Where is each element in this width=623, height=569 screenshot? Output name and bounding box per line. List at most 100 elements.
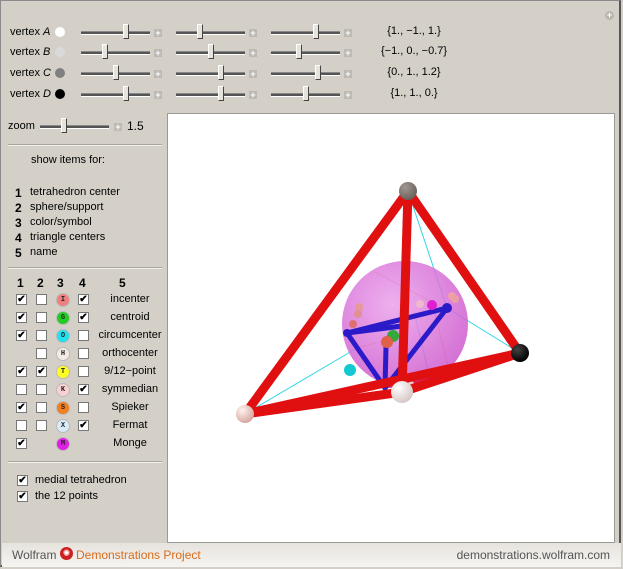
slider-thumb[interactable] [302, 86, 309, 101]
sphere-support-checkbox[interactable] [36, 330, 47, 341]
slider-thumb[interactable] [295, 44, 302, 59]
vertex-label: vertex B [10, 46, 50, 58]
slider-thumb[interactable] [122, 24, 129, 39]
vertex-slider-x[interactable] [81, 44, 150, 59]
tetra-center-checkbox[interactable]: ✔ [16, 312, 27, 323]
vertex-slider-y[interactable] [176, 44, 245, 59]
vertex-slider-z[interactable] [271, 86, 340, 101]
center-point [451, 295, 459, 303]
slider-expand-icon[interactable]: + [344, 91, 352, 100]
vertex-slider-x[interactable] [81, 86, 150, 101]
vertex-slider-z[interactable] [271, 44, 340, 59]
slider-thumb[interactable] [217, 86, 224, 101]
column-header: 1 [17, 276, 24, 290]
vertex-d-point[interactable] [511, 344, 529, 362]
tetra-center-checkbox[interactable]: ✔ [16, 294, 27, 305]
triangle-centers-checkbox[interactable]: ✔ [78, 294, 89, 305]
sphere-support-checkbox[interactable]: ✔ [36, 366, 47, 377]
triangle-centers-checkbox[interactable] [78, 330, 89, 341]
expand-options-icon[interactable]: + [605, 11, 614, 20]
slider-track [176, 93, 245, 97]
slider-expand-icon[interactable]: + [249, 29, 257, 38]
slider-expand-icon[interactable]: + [344, 29, 352, 38]
slider-expand-icon[interactable]: + [249, 49, 257, 58]
sphere-support-checkbox[interactable] [36, 294, 47, 305]
tetra-edge [397, 186, 413, 397]
slider-expand-icon[interactable]: + [344, 49, 352, 58]
slider-expand-icon[interactable]: + [154, 29, 162, 38]
slider-thumb[interactable] [112, 65, 119, 80]
demonstration-panel: + vertex A + + + {1., −1., 1.} vertex B + + + {−1… [0, 0, 621, 567]
vertex-label: vertex D [10, 88, 51, 100]
sphere-support-checkbox[interactable] [36, 384, 47, 395]
vertex-slider-z[interactable] [271, 24, 340, 39]
triangle-centers-checkbox[interactable] [78, 348, 89, 359]
tetra-center-checkbox[interactable]: ✔ [16, 438, 27, 449]
slider-track [176, 31, 245, 35]
medial-vertex [343, 329, 351, 337]
tetra-center-checkbox[interactable] [16, 384, 27, 395]
slider-thumb[interactable] [312, 24, 319, 39]
zoom-expand-icon[interactable]: + [114, 123, 122, 132]
tetra-center-checkbox[interactable] [16, 420, 27, 431]
3d-graphics-view[interactable] [167, 113, 615, 543]
slider-thumb[interactable] [102, 44, 109, 59]
center-symbol-badge: O [56, 329, 70, 343]
vertex-slider-x[interactable] [81, 24, 150, 39]
triangle-centers-checkbox[interactable] [78, 402, 89, 413]
slider-track [271, 51, 340, 55]
triangle-centers-checkbox[interactable]: ✔ [78, 384, 89, 395]
slider-thumb[interactable] [217, 65, 224, 80]
sphere-support-checkbox[interactable] [36, 312, 47, 323]
tetra-center-checkbox[interactable]: ✔ [16, 402, 27, 413]
legend-number: 1 [15, 186, 22, 200]
vertex-coordinates: {1., −1., 1.} [387, 25, 441, 37]
slider-track [40, 125, 109, 129]
vertex-label-prefix: vertex [10, 88, 44, 100]
vertex-coordinates: {0., 1., 1.2} [387, 66, 441, 78]
slider-expand-icon[interactable]: + [249, 70, 257, 79]
slider-expand-icon[interactable]: + [154, 49, 162, 58]
slider-thumb[interactable] [207, 44, 214, 59]
vertex-slider-y[interactable] [176, 24, 245, 39]
option-checkbox[interactable]: ✔ [17, 491, 28, 502]
vertex-c-point[interactable] [399, 182, 417, 200]
triangle-centers-checkbox[interactable] [78, 366, 89, 377]
triangle-centers-checkbox[interactable]: ✔ [78, 420, 89, 431]
tetra-center-checkbox[interactable]: ✔ [16, 366, 27, 377]
slider-expand-icon[interactable]: + [154, 70, 162, 79]
sphere-support-checkbox[interactable] [36, 402, 47, 413]
vertex-color-dot-icon [55, 47, 65, 57]
vertex-slider-y[interactable] [176, 65, 245, 80]
divider [8, 144, 162, 146]
tetrahedron-scene[interactable] [168, 114, 614, 542]
legend-text: triangle centers [30, 231, 106, 243]
slider-thumb[interactable] [314, 65, 321, 80]
vertex-slider-z[interactable] [271, 65, 340, 80]
vertex-label: vertex C [10, 67, 51, 79]
slider-track [176, 72, 245, 76]
vertex-a-point[interactable] [391, 381, 413, 403]
slider-expand-icon[interactable]: + [154, 91, 162, 100]
option-checkbox[interactable]: ✔ [17, 475, 28, 486]
triangle-centers-checkbox[interactable]: ✔ [78, 312, 89, 323]
slider-thumb[interactable] [122, 86, 129, 101]
tetra-center-checkbox[interactable]: ✔ [16, 330, 27, 341]
slider-expand-icon[interactable]: + [249, 91, 257, 100]
circumcenter-point [344, 364, 356, 376]
vertex-b-point[interactable] [236, 405, 254, 423]
demonstrations-project-link[interactable]: Demonstrations Project [76, 548, 201, 562]
vertex-label-prefix: vertex [10, 46, 44, 58]
sphere-support-checkbox[interactable] [36, 348, 47, 359]
center-symbol-badge: G [56, 311, 70, 325]
vertex-slider-x[interactable] [81, 65, 150, 80]
slider-expand-icon[interactable]: + [344, 70, 352, 79]
sphere-support-checkbox[interactable] [36, 420, 47, 431]
vertex-label: vertex A [10, 26, 50, 38]
vertex-slider-y[interactable] [176, 86, 245, 101]
site-url-link[interactable]: demonstrations.wolfram.com [457, 548, 610, 562]
zoom-slider[interactable] [40, 118, 109, 133]
slider-thumb[interactable] [197, 24, 204, 39]
slider-thumb[interactable] [61, 118, 68, 133]
legend-text: tetrahedron center [30, 186, 120, 198]
